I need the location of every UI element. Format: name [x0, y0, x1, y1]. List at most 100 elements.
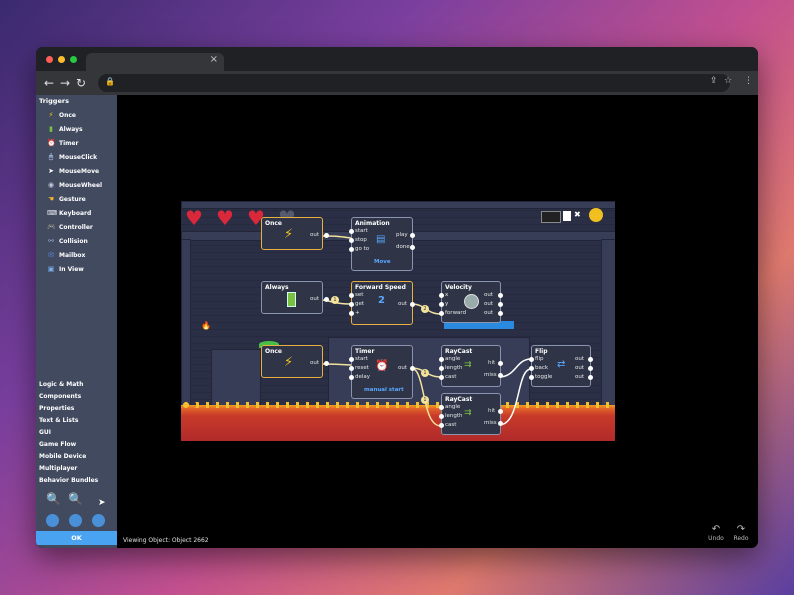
input-port[interactable]: [439, 414, 444, 419]
input-port[interactable]: [349, 302, 354, 307]
close-window-icon[interactable]: [46, 56, 53, 63]
category-multiplayer[interactable]: Multiplayer: [39, 465, 77, 472]
input-port[interactable]: [439, 293, 444, 298]
output-port[interactable]: [498, 373, 503, 378]
category-gui[interactable]: GUI: [39, 429, 51, 436]
trigger-keyboard[interactable]: ⌨ Keyboard: [47, 207, 91, 219]
output-port[interactable]: [410, 233, 415, 238]
play-button[interactable]: [46, 514, 59, 527]
node-title: Timer: [355, 348, 375, 355]
input-port[interactable]: [349, 238, 354, 243]
input-port[interactable]: [439, 405, 444, 410]
zoom-out-icon[interactable]: 🔍: [46, 492, 61, 506]
flip-node[interactable]: Flip flip back toggle ⇄ out out out: [529, 345, 593, 387]
node-title: Once: [265, 348, 282, 355]
input-port[interactable]: [439, 375, 444, 380]
input-port[interactable]: [349, 375, 354, 380]
forward-icon[interactable]: →: [60, 75, 70, 91]
input-port[interactable]: [439, 423, 444, 428]
input-port[interactable]: [529, 375, 534, 380]
browser-tab[interactable]: ×: [86, 53, 224, 71]
input-port[interactable]: [529, 357, 534, 362]
trigger-collision[interactable]: ⚯ Collision: [47, 235, 88, 247]
trigger-mousewheel[interactable]: ◉ MouseWheel: [47, 179, 102, 191]
manual-start-link[interactable]: manual start: [364, 387, 404, 393]
input-port[interactable]: [349, 311, 354, 316]
mailbox-icon: ✉: [48, 251, 54, 259]
input-port[interactable]: [349, 229, 354, 234]
trigger-mousemove[interactable]: ➤ MouseMove: [47, 165, 99, 177]
output-port[interactable]: [498, 302, 503, 307]
velocity-node[interactable]: Velocity x y forward out out out: [439, 281, 503, 323]
category-logic-math[interactable]: Logic & Math: [39, 381, 83, 388]
trigger-always[interactable]: ▮ Always: [47, 123, 83, 135]
input-port[interactable]: [349, 357, 354, 362]
input-port[interactable]: [439, 366, 444, 371]
output-port[interactable]: [498, 311, 503, 316]
input-port[interactable]: [529, 366, 534, 371]
once-trigger-node-2[interactable]: Once ⚡ out: [261, 345, 329, 378]
category-properties[interactable]: Properties: [39, 405, 74, 412]
category-game-flow[interactable]: Game Flow: [39, 441, 76, 448]
pin-length: length: [445, 365, 463, 371]
undo-button[interactable]: ↶ Undo: [706, 525, 726, 543]
minimize-window-icon[interactable]: [58, 56, 65, 63]
pin-get: get: [355, 301, 365, 307]
input-port[interactable]: [349, 366, 354, 371]
once-trigger-node[interactable]: Once ⚡ out: [261, 217, 329, 250]
pause-button[interactable]: [69, 514, 82, 527]
trigger-timer[interactable]: ⏰ Timer: [47, 137, 78, 149]
output-port[interactable]: [498, 409, 503, 414]
output-port[interactable]: [588, 357, 593, 362]
output-port[interactable]: [324, 361, 329, 366]
output-port[interactable]: [410, 245, 415, 250]
category-text-lists[interactable]: Text & Lists: [39, 417, 78, 424]
speed-value[interactable]: 2: [378, 295, 385, 306]
ok-button[interactable]: OK: [36, 531, 117, 545]
input-port[interactable]: [349, 247, 354, 252]
trigger-mouseclick[interactable]: 🖱 MouseClick: [47, 151, 97, 163]
output-port[interactable]: [410, 302, 415, 307]
stop-button[interactable]: [92, 514, 105, 527]
output-port[interactable]: [498, 361, 503, 366]
category-mobile-device[interactable]: Mobile Device: [39, 453, 86, 460]
output-port[interactable]: [498, 421, 503, 426]
pin-set: set: [355, 292, 364, 298]
url-field[interactable]: 🔒: [98, 74, 730, 92]
redo-button[interactable]: ↷ Redo: [731, 525, 751, 543]
animation-link[interactable]: Move: [374, 259, 391, 265]
category-components[interactable]: Components: [39, 393, 81, 400]
game-canvas[interactable]: ♥ ♥ ♥ ♥ ✖ 🔥: [181, 201, 615, 441]
output-port[interactable]: [410, 366, 415, 371]
always-trigger-node[interactable]: Always out: [261, 281, 329, 314]
trigger-controller[interactable]: 🎮 Controller: [47, 221, 93, 233]
timer-node[interactable]: Timer start reset delay ⏰ out manual sta…: [349, 345, 415, 399]
output-port[interactable]: [588, 375, 593, 380]
input-port[interactable]: [439, 302, 444, 307]
output-port[interactable]: [324, 233, 329, 238]
output-port[interactable]: [588, 366, 593, 371]
output-port[interactable]: [324, 297, 329, 302]
input-port[interactable]: [439, 357, 444, 362]
trigger-mailbox[interactable]: ✉ Mailbox: [47, 249, 85, 261]
animation-node[interactable]: Animation start stop go to ▤ play done M…: [349, 217, 415, 271]
star-icon[interactable]: ☆: [724, 76, 732, 86]
raycast-node[interactable]: RayCast angle length cast ⇉ hit miss: [439, 345, 503, 387]
input-port[interactable]: [439, 311, 444, 316]
menu-icon[interactable]: ⋮: [744, 76, 753, 86]
raycast-node-2[interactable]: RayCast angle length cast ⇉ hit miss: [439, 393, 503, 435]
forward-speed-node[interactable]: Forward Speed set get + 2 out: [349, 281, 415, 325]
maximize-window-icon[interactable]: [70, 56, 77, 63]
input-port[interactable]: [349, 293, 354, 298]
trigger-in-view[interactable]: ▣ In View: [47, 263, 84, 275]
zoom-in-icon[interactable]: 🔍: [68, 492, 83, 506]
tab-close-icon[interactable]: ×: [210, 54, 218, 65]
mouse-wheel-icon: ◉: [47, 181, 55, 189]
back-icon[interactable]: ←: [44, 75, 54, 91]
category-behavior-bundles[interactable]: Behavior Bundles: [39, 477, 98, 484]
output-port[interactable]: [498, 293, 503, 298]
share-icon[interactable]: ⇪: [710, 76, 718, 86]
trigger-once[interactable]: ⚡ Once: [47, 109, 76, 121]
trigger-gesture[interactable]: ☚ Gesture: [47, 193, 86, 205]
reload-icon[interactable]: ↻: [76, 75, 86, 91]
